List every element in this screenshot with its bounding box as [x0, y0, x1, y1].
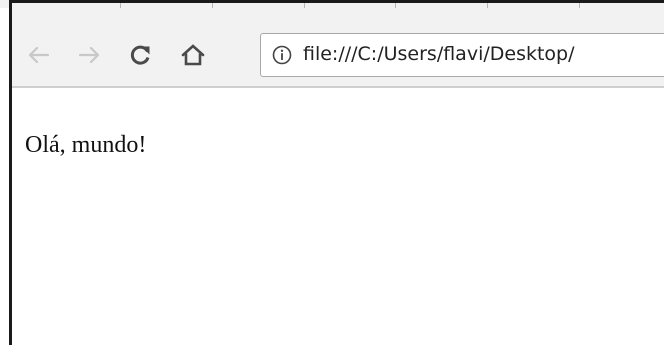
reload-button[interactable] [124, 39, 156, 71]
page-body-text: Olá, mundo! [25, 132, 147, 158]
back-button[interactable] [22, 39, 54, 71]
page-content: Olá, mundo! [12, 90, 664, 345]
home-icon [181, 44, 205, 66]
reload-icon [130, 45, 150, 65]
browser-toolbar: file:///C:/Users/flavi/Desktop/ [12, 8, 664, 88]
address-bar[interactable]: file:///C:/Users/flavi/Desktop/ [260, 33, 664, 77]
forward-button[interactable] [74, 39, 106, 71]
home-button[interactable] [177, 39, 209, 71]
arrow-right-icon [79, 46, 100, 64]
arrow-left-icon [28, 46, 49, 64]
info-circle-icon[interactable] [272, 45, 292, 65]
url-text[interactable]: file:///C:/Users/flavi/Desktop/ [303, 43, 575, 65]
